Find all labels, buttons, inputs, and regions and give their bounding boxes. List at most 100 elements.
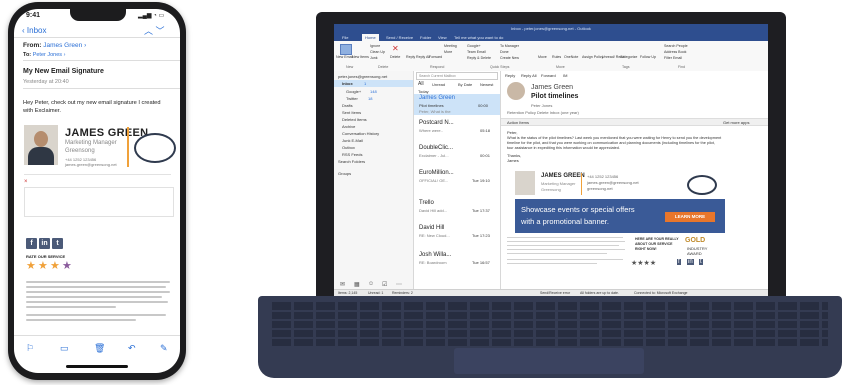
follow-up-button[interactable]: Follow Up (640, 55, 656, 59)
flag-icon[interactable]: ⚐ (26, 343, 34, 354)
table-row[interactable]: Trello David Hill add... Tue 17:37 (414, 199, 500, 220)
ignore-button[interactable]: Ignore (370, 44, 380, 48)
delete-button[interactable]: Delete (390, 55, 400, 59)
from-name[interactable]: James Green (43, 42, 82, 49)
filter-email-button[interactable]: Filter Email (664, 56, 682, 60)
folder-rss[interactable]: RSS Feeds (342, 152, 362, 157)
new-items-button[interactable]: New Items (352, 55, 369, 59)
rules-button[interactable]: Rules (552, 55, 561, 59)
quickstep-google[interactable]: Google+ (467, 44, 481, 48)
status-reminders[interactable]: Reminders: 2 (392, 291, 413, 295)
table-row[interactable]: David Hill RE: New Cloud... Tue 17:23 (414, 224, 500, 245)
folder-sent[interactable]: Sent Items (342, 110, 361, 115)
folder-conversation[interactable]: Conversation History (342, 131, 379, 136)
folder-drafts[interactable]: Drafts (342, 103, 353, 108)
nav-tasks-icon[interactable]: ☑ (382, 281, 387, 288)
folder-twitter[interactable]: Twitter (346, 96, 358, 101)
linkedin-icon[interactable]: in (39, 238, 50, 249)
reply-all-action[interactable]: Reply All (521, 73, 537, 78)
nav-calendar-icon[interactable]: ▦ (354, 281, 360, 288)
quickstep-team-email[interactable]: Team Email (467, 50, 486, 54)
get-more-apps-link[interactable]: Get more apps (723, 120, 749, 125)
tab-view[interactable]: View (438, 35, 447, 40)
folder-google[interactable]: Google+ (346, 89, 361, 94)
quickstep-reply-delete[interactable]: Reply & Delete (467, 56, 491, 60)
reply-icon[interactable]: ↶ (128, 343, 136, 354)
more-button[interactable]: More (444, 50, 452, 54)
window-title: Inbox - peter.jones@greensong.net - Outl… (334, 24, 768, 34)
clean-up-button[interactable]: Clean Up (370, 50, 385, 54)
account-name[interactable]: peter.jones@greensong.net (338, 74, 387, 79)
facebook-icon[interactable]: f (677, 259, 681, 265)
forward-button[interactable]: Forward (429, 55, 442, 59)
star-icon[interactable]: ★ (38, 261, 48, 272)
award-award: AWARD (687, 251, 702, 256)
star-icon[interactable]: ★ (62, 261, 72, 272)
learn-more-button[interactable]: LEARN MORE (665, 212, 715, 222)
address-book-button[interactable]: Address Book (664, 50, 686, 54)
folder-junk[interactable]: Junk E-Mail (342, 138, 363, 143)
status-send-receive[interactable]: Send/Receive error (540, 291, 570, 295)
assign-policy-button[interactable]: Assign Policy (582, 55, 603, 59)
prev-next-arrows[interactable]: ︿ ﹀ (144, 24, 165, 37)
promo-banner[interactable]: Showcase events or special offers with a… (515, 199, 725, 233)
nav-more-icon[interactable]: ⋯ (396, 281, 402, 288)
table-row[interactable]: Postcard N... Where were.. 05:18 (414, 119, 500, 140)
twitter-icon[interactable]: t (52, 238, 63, 249)
folder-inbox[interactable]: Inbox (342, 81, 353, 86)
reading-sender[interactable]: James Green (531, 84, 573, 91)
linkedin-icon[interactable]: in (687, 259, 694, 265)
table-row[interactable]: EuroMillion... OFFICIAL! OE... Tue 19:10 (414, 169, 500, 190)
folder-icon[interactable]: ▭ (60, 343, 69, 354)
groups-header[interactable]: Groups (338, 171, 351, 176)
junk-button[interactable]: Junk (370, 56, 378, 60)
table-row[interactable]: DoubleClic... Exclaimer - Jul... 00:01 (414, 144, 500, 165)
sort-by-date[interactable]: By Date (458, 82, 472, 87)
star-icon[interactable]: ★ (50, 261, 60, 272)
quickstep-to-manager[interactable]: To Manager (500, 44, 519, 48)
quickstep-done[interactable]: Done (500, 50, 509, 54)
twitter-icon[interactable]: t (699, 259, 703, 265)
tab-file[interactable]: File (342, 35, 348, 40)
reply-all-button[interactable]: Reply All (416, 55, 430, 59)
search-mailbox-input[interactable]: Search Current Mailbox (416, 72, 498, 80)
im-action[interactable]: IM (563, 73, 567, 78)
table-row[interactable]: Josh Willa... RE: Boardroom Tue 16:57 (414, 251, 500, 272)
rating-stars-icon[interactable]: ★★★★ (631, 259, 656, 267)
divider (24, 174, 171, 175)
new-email-button[interactable]: New Email (336, 55, 353, 59)
reply-button[interactable]: Reply (406, 55, 415, 59)
categorize-button[interactable]: Categorize (620, 55, 637, 59)
filter-unread-tab[interactable]: Unread (432, 82, 445, 87)
folder-archive[interactable]: Archive (342, 124, 355, 129)
reply-action[interactable]: Reply (505, 73, 515, 78)
sort-order[interactable]: Newest (480, 82, 493, 87)
move-button[interactable]: Move (538, 55, 547, 59)
star-icon[interactable]: ★ (26, 261, 36, 272)
facebook-icon[interactable]: f (26, 238, 37, 249)
tell-me-box[interactable]: Tell me what you want to do (454, 35, 503, 40)
folder-deleted[interactable]: Deleted Items (342, 117, 367, 122)
nav-mail-icon[interactable]: ✉ (340, 281, 345, 288)
to-name[interactable]: Peter Jones (33, 52, 62, 58)
signature-web[interactable]: greensong.net (587, 186, 613, 191)
forward-action[interactable]: Forward (541, 73, 556, 78)
action-items-bar[interactable]: Action Items Get more apps (501, 118, 768, 126)
folder-search[interactable]: Search Folders (338, 159, 365, 164)
tab-send-receive[interactable]: Send / Receive (386, 35, 413, 40)
back-inbox-button[interactable]: ‹ Inbox (22, 26, 46, 35)
folder-outbox[interactable]: Outbox (342, 145, 355, 150)
tab-folder[interactable]: Folder (420, 35, 431, 40)
trash-icon[interactable]: 🗑 (94, 343, 105, 354)
reading-to[interactable]: Peter Jones (531, 103, 552, 108)
onenote-button[interactable]: OneNote (564, 55, 578, 59)
filter-all-tab[interactable]: All (418, 81, 424, 87)
compose-icon[interactable]: ✎ (160, 343, 168, 354)
meeting-button[interactable]: Meeting (444, 44, 457, 48)
table-row[interactable]: James Green Pilot timelines 00:00 Peter,… (414, 94, 500, 115)
quickstep-create-new[interactable]: Create New (500, 56, 519, 60)
nav-people-icon[interactable]: ☺ (368, 281, 374, 287)
search-people-box[interactable]: Search People (664, 44, 688, 48)
tab-home[interactable]: Home (362, 34, 379, 41)
signature-email[interactable]: james.green@greensong.net (587, 180, 639, 185)
